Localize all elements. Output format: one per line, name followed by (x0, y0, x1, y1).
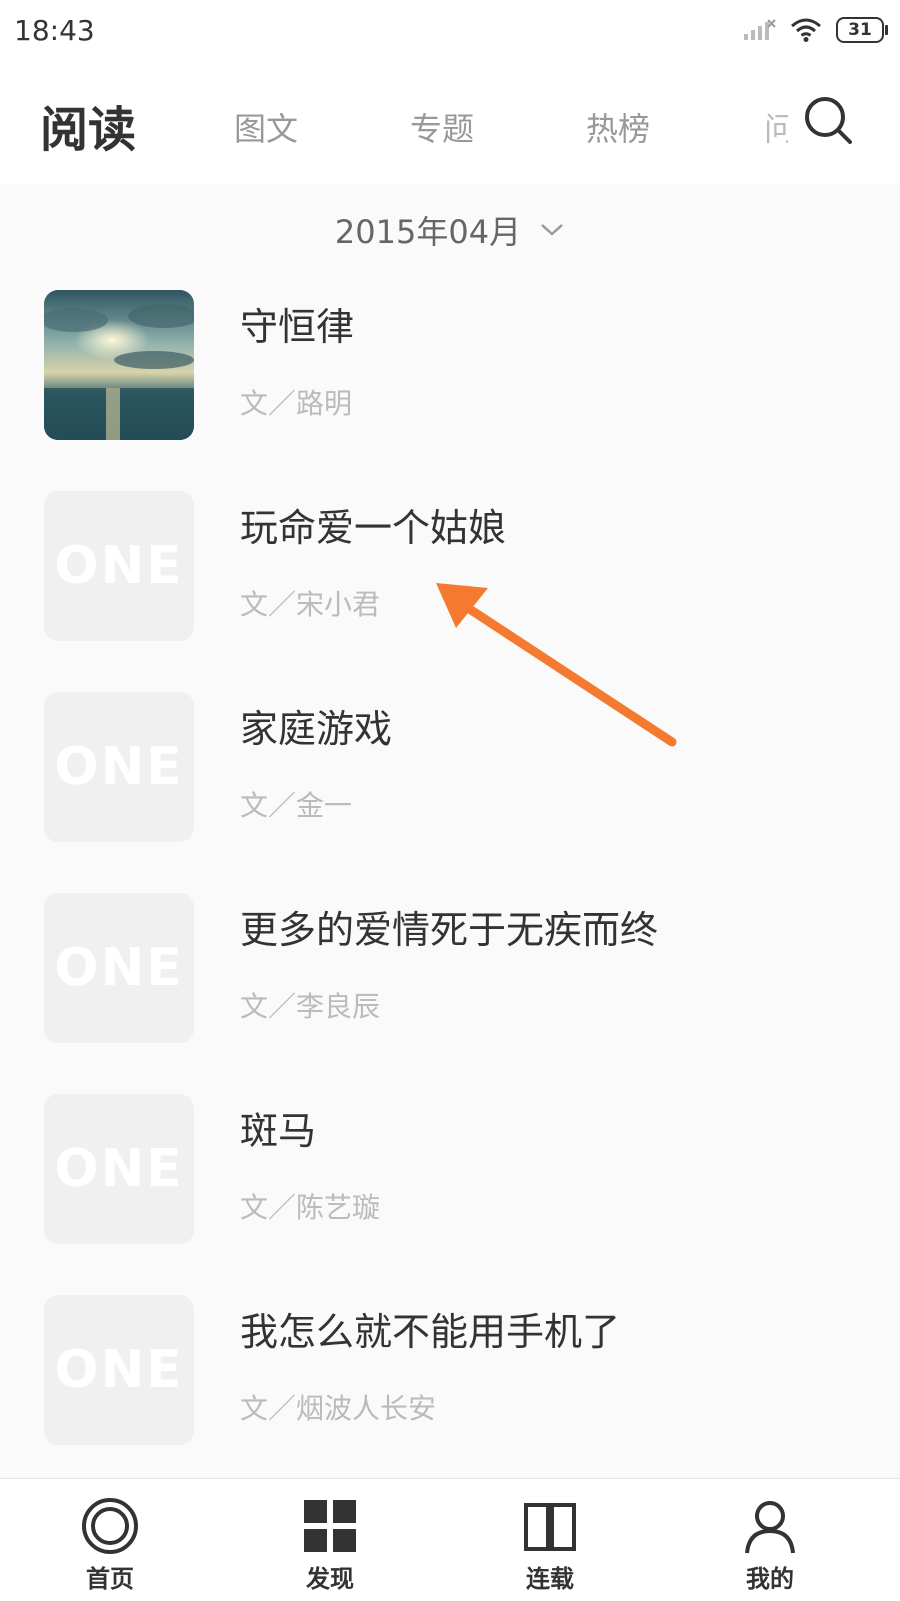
one-logo-placeholder: ONE (54, 1139, 184, 1199)
person-icon (745, 1501, 795, 1554)
article-thumbnail: ONE (44, 491, 194, 641)
article-item[interactable]: ONE 我怎么就不能用手机了 文／烟波人长安 (0, 1295, 900, 1485)
signal-icon (744, 19, 776, 40)
status-bar: 18:43 31 (0, 0, 900, 62)
article-title: 家庭游戏 (240, 707, 393, 751)
bottom-nav-label: 发现 (306, 1565, 354, 1593)
article-author: 文／陈艺璇 (240, 1191, 381, 1224)
article-item[interactable]: 守恒律 文／路明 (0, 290, 900, 480)
article-author: 文／烟波人长安 (240, 1392, 437, 1425)
grid-icon (304, 1500, 356, 1552)
one-logo-placeholder: ONE (54, 536, 184, 596)
article-author: 文／宋小君 (240, 588, 381, 621)
status-time: 18:43 (14, 14, 95, 47)
article-thumbnail: ONE (44, 1094, 194, 1244)
page-title: 阅读 (40, 102, 137, 158)
article-thumbnail: ONE (44, 1295, 194, 1445)
bottom-nav-home[interactable]: 首页 (50, 1497, 170, 1594)
top-nav: 阅读 图文 专题 热榜 问 (0, 62, 900, 184)
sunset-sea-image (44, 290, 194, 440)
search-icon (805, 97, 852, 144)
tab-hot-list[interactable]: 热榜 (586, 104, 650, 150)
battery-icon: 31 (836, 17, 888, 43)
one-logo-placeholder: ONE (54, 938, 184, 998)
article-thumbnail (44, 290, 194, 440)
chevron-down-icon (541, 224, 563, 236)
search-button[interactable] (800, 92, 860, 152)
book-icon (524, 1503, 576, 1551)
article-author: 文／李良辰 (240, 990, 381, 1023)
tab-topics[interactable]: 专题 (410, 104, 474, 150)
article-title: 玩命爱一个姑娘 (240, 506, 507, 550)
bottom-nav-serial[interactable]: 连载 (490, 1497, 610, 1594)
tab-image-text[interactable]: 图文 (234, 104, 298, 150)
article-thumbnail: ONE (44, 893, 194, 1043)
battery-level: 31 (848, 20, 872, 40)
article-author: 文／金一 (240, 789, 353, 822)
article-item[interactable]: ONE 玩命爱一个姑娘 文／宋小君 (0, 491, 900, 681)
bottom-nav-label: 首页 (86, 1565, 134, 1593)
tab-questions[interactable]: 问 (764, 104, 788, 150)
article-title: 斑马 (240, 1109, 317, 1153)
bottom-nav-discover[interactable]: 发现 (270, 1497, 390, 1594)
status-icons: 31 (742, 14, 888, 46)
bottom-nav-label: 连载 (526, 1565, 574, 1593)
bottom-nav-label: 我的 (746, 1565, 794, 1593)
one-logo-placeholder: ONE (54, 1340, 184, 1400)
bottom-nav: 首页 发现 连载 我的 (0, 1478, 900, 1601)
date-selector[interactable]: 2015年04月 (0, 200, 900, 260)
article-title: 守恒律 (240, 305, 355, 349)
article-item[interactable]: ONE 家庭游戏 文／金一 (0, 692, 900, 882)
wifi-icon (791, 18, 821, 42)
date-label: 2015年04月 (334, 213, 522, 251)
article-title: 更多的爱情死于无疾而终 (240, 908, 659, 952)
article-item[interactable]: ONE 更多的爱情死于无疾而终 文／李良辰 (0, 893, 900, 1083)
article-author: 文／路明 (240, 387, 353, 420)
one-logo-placeholder: ONE (54, 737, 184, 797)
article-title: 我怎么就不能用手机了 (240, 1310, 621, 1354)
article-thumbnail: ONE (44, 692, 194, 842)
home-circle-icon (82, 1498, 138, 1554)
article-item[interactable]: ONE 斑马 文／陈艺璇 (0, 1094, 900, 1284)
bottom-nav-mine[interactable]: 我的 (710, 1497, 830, 1594)
